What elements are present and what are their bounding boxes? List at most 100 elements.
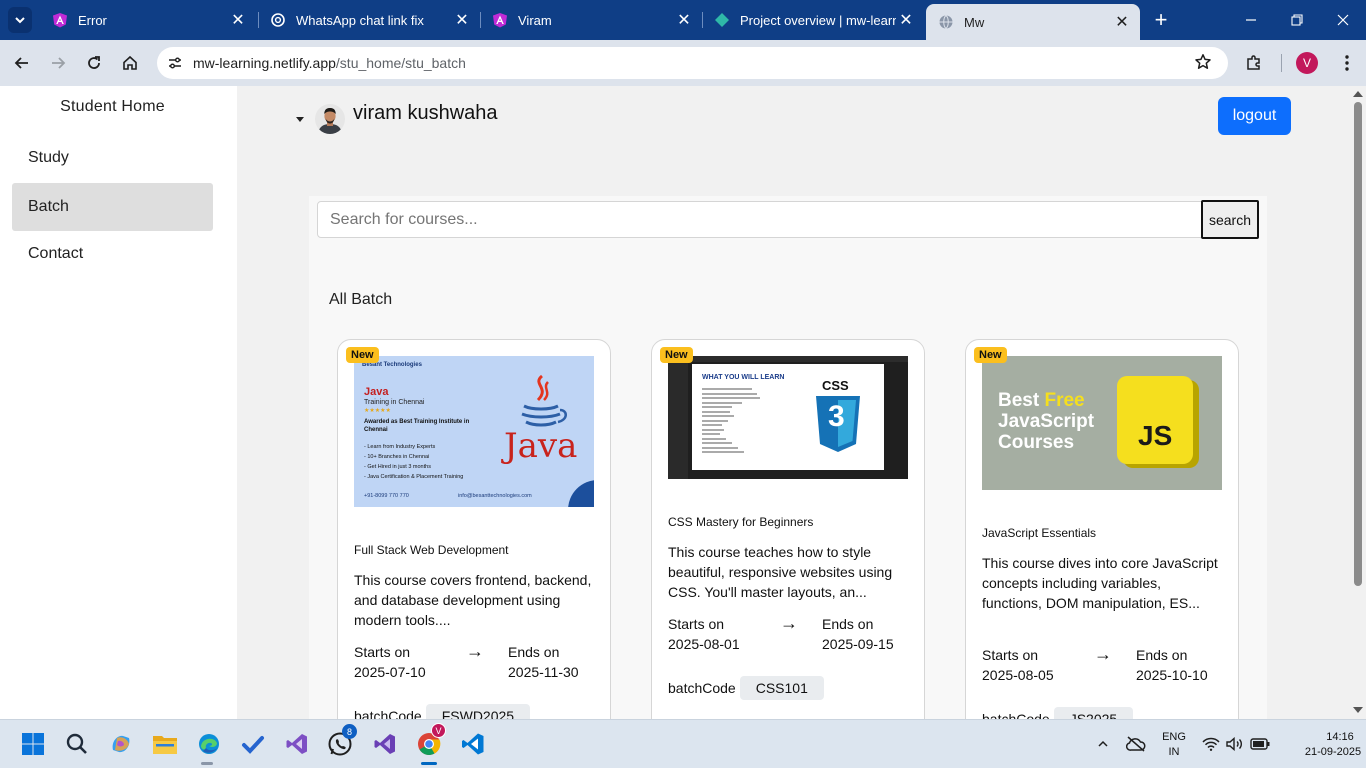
chrome-icon[interactable]: V (415, 723, 446, 758)
wifi-icon[interactable] (1199, 730, 1223, 758)
bookmark-star-icon[interactable] (1194, 53, 1214, 73)
kebab-menu-icon (1345, 55, 1349, 71)
minimize-button[interactable] (1228, 0, 1274, 40)
search-icon[interactable] (63, 730, 91, 758)
avatar (315, 104, 345, 134)
url-domain: mw-learning.netlify.app (193, 55, 336, 71)
close-icon[interactable]: ✕ (674, 10, 694, 30)
todo-icon[interactable] (239, 730, 267, 758)
batch-code-label: batchCode (354, 708, 422, 719)
sidebar-item-study[interactable]: Study (12, 134, 213, 182)
close-window-button[interactable] (1320, 0, 1366, 40)
netlify-icon (714, 12, 730, 28)
thumb-phone: +91-8099 770 770 (364, 493, 409, 499)
close-icon[interactable]: ✕ (452, 10, 472, 30)
sidebar-title: Student Home (60, 98, 165, 115)
logout-button[interactable]: logout (1218, 97, 1291, 135)
puzzle-icon (1247, 55, 1260, 70)
thumb-heading: Java (364, 386, 389, 398)
sidebar: Student Home Study Batch Contact (0, 86, 237, 719)
scrollbar-thumb[interactable] (1354, 102, 1362, 586)
start-date: 2025-07-10 (354, 664, 426, 680)
profile-badge: V (431, 723, 446, 738)
page-viewport: Student Home Study Batch Contact viram k… (0, 86, 1350, 719)
language-indicator[interactable]: ENG IN (1160, 730, 1188, 760)
address-bar[interactable]: mw-learning.netlify.app/stu_home/stu_bat… (157, 47, 1228, 79)
volume-icon[interactable] (1223, 730, 1247, 758)
windows-start-icon[interactable] (19, 730, 47, 758)
chevron-up-icon[interactable] (1090, 730, 1116, 758)
angular-icon (52, 12, 68, 28)
sidebar-item-contact[interactable]: Contact (12, 230, 213, 278)
close-icon[interactable]: ✕ (1112, 12, 1132, 32)
page-scrollbar[interactable] (1350, 86, 1366, 719)
visual-studio-icon[interactable] (283, 730, 311, 758)
course-title: JavaScript Essentials (982, 526, 1097, 540)
globe-icon (938, 14, 954, 30)
extensions-button[interactable] (1241, 50, 1267, 76)
batch-code-pill: CSS101 (739, 676, 824, 700)
cloud-off-icon[interactable] (1123, 730, 1149, 758)
end-date: 2025-09-15 (822, 636, 894, 652)
thumb-sidebar (668, 362, 688, 479)
end-date-block: Ends on 2025-11-30 (508, 642, 579, 682)
reload-button[interactable] (81, 50, 107, 76)
right-arrow-icon: → (1094, 644, 1112, 664)
whatsapp-icon[interactable]: 8 (327, 724, 357, 758)
tab-search-button[interactable] (8, 7, 32, 33)
course-thumbnail-css: WHAT YOU WILL LEARN CSS 3 (668, 356, 908, 479)
vscode-icon[interactable] (459, 730, 487, 758)
openai-icon (270, 12, 286, 28)
batch-code-pill: JS2025 (1053, 707, 1134, 719)
close-icon[interactable]: ✕ (228, 10, 248, 30)
course-card-fullstack[interactable]: New Besant Technologies Java Training in… (337, 339, 611, 719)
thumb-line2: JavaScript (998, 411, 1095, 432)
css3-number: 3 (828, 400, 845, 433)
thumb-stars: ★★★★★ (364, 408, 391, 414)
close-icon[interactable]: ✕ (896, 10, 916, 30)
profile-avatar[interactable]: V (1296, 52, 1318, 74)
course-card-css[interactable]: New WHAT YOU WILL LEARN CSS 3 CSS Master… (651, 339, 925, 719)
tab-title: Project overview | mw-learni (740, 12, 896, 28)
browser-tab-mw[interactable]: Mw ✕ (926, 4, 1140, 40)
scroll-down-arrow-icon[interactable] (1353, 707, 1363, 713)
forward-button[interactable] (45, 50, 71, 76)
section-title: All Batch (329, 291, 393, 308)
home-button[interactable] (117, 50, 143, 76)
url-text: mw-learning.netlify.app/stu_home/stu_bat… (193, 55, 466, 71)
tab-title: Mw (964, 14, 985, 30)
course-card-javascript[interactable]: New Best Free JavaScript Courses JS Java… (965, 339, 1239, 719)
browser-tab-viram[interactable]: Viram ✕ (480, 0, 702, 40)
file-explorer-icon[interactable] (151, 730, 179, 758)
thumb-subheading: Training in Chennai (364, 399, 425, 406)
browser-tab-project-overview[interactable]: Project overview | mw-learni ✕ (702, 0, 924, 40)
ends-label: Ends on (822, 616, 874, 632)
thumb-award: Awarded as Best Training Institute in Ch… (364, 419, 470, 433)
windows-taskbar: 8 V ENG IN 14:16 21-09-2025 (0, 719, 1366, 768)
running-app-indicator (201, 762, 213, 765)
site-info-icon[interactable] (165, 53, 185, 73)
end-date-block: Ends on 2025-09-15 (822, 614, 894, 654)
user-menu[interactable]: viram kushwaha (296, 98, 498, 134)
back-button[interactable] (9, 50, 35, 76)
browser-tab-error[interactable]: Error ✕ (40, 0, 256, 40)
visual-studio-purple-icon[interactable] (371, 730, 399, 758)
course-description: This course teaches how to style beautif… (668, 544, 893, 600)
browser-menu-button[interactable] (1334, 50, 1360, 76)
edge-icon[interactable] (195, 730, 223, 758)
sidebar-item-batch[interactable]: Batch (12, 183, 213, 231)
search-input[interactable]: Search for courses... (317, 201, 1202, 238)
new-tab-button[interactable]: + (1150, 7, 1172, 32)
copilot-icon[interactable] (107, 730, 135, 758)
forward-arrow-icon (52, 57, 66, 69)
caret-down-icon[interactable] (296, 116, 304, 122)
start-date: 2025-08-01 (668, 636, 740, 652)
battery-icon[interactable] (1247, 730, 1273, 758)
scroll-up-arrow-icon[interactable] (1353, 91, 1363, 97)
clock[interactable]: 14:16 21-09-2025 (1300, 730, 1366, 760)
username: viram kushwaha (353, 101, 498, 124)
restore-button[interactable] (1274, 0, 1320, 40)
search-button[interactable]: search (1201, 200, 1259, 239)
tab-title: Error (78, 12, 107, 28)
browser-tab-whatsapp[interactable]: WhatsApp chat link fix ✕ (258, 0, 480, 40)
